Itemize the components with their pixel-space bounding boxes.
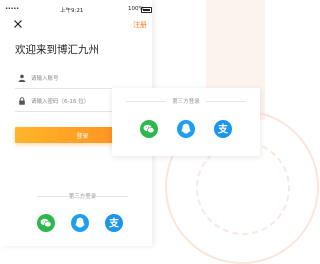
account-field xyxy=(15,70,150,89)
battery-icon xyxy=(141,7,152,13)
qq-icon xyxy=(75,217,85,228)
wechat-icon xyxy=(40,218,52,228)
status-bar: ••••• 上午9:21 100% xyxy=(0,5,152,17)
signal-indicator: ••••• xyxy=(5,6,19,12)
qq-icon xyxy=(181,123,191,134)
register-link[interactable]: 注册 xyxy=(133,20,147,30)
svg-text:支: 支 xyxy=(108,217,120,230)
third-party-label: 第三方登录 xyxy=(15,192,150,200)
wechat-login-button[interactable] xyxy=(140,120,158,138)
qq-login-button[interactable] xyxy=(177,120,195,138)
third-party-card: 第三方登录 支 xyxy=(112,88,260,156)
alipay-icon: 支 xyxy=(217,123,229,136)
alipay-icon: 支 xyxy=(108,217,120,230)
wechat-login-button[interactable] xyxy=(37,214,55,232)
account-input[interactable] xyxy=(31,72,146,85)
alipay-login-button[interactable]: 支 xyxy=(105,214,123,232)
lock-icon xyxy=(19,97,25,105)
user-icon xyxy=(18,74,26,82)
page-title: 欢迎来到博汇九州 xyxy=(15,44,99,56)
alipay-login-button[interactable]: 支 xyxy=(214,120,232,138)
qq-login-button[interactable] xyxy=(71,214,89,232)
third-party-card-label: 第三方登录 xyxy=(112,97,260,105)
wechat-icon xyxy=(143,124,155,134)
svg-text:支: 支 xyxy=(217,123,229,136)
close-icon[interactable] xyxy=(13,19,23,29)
status-time: 上午9:21 xyxy=(60,8,84,14)
